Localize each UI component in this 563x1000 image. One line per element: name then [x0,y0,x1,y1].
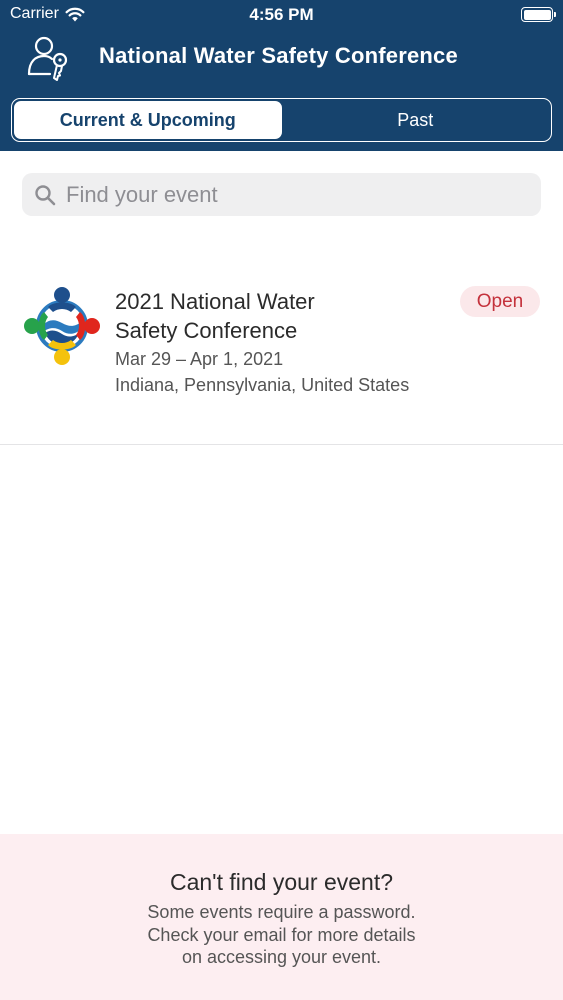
tab-past[interactable]: Past [282,101,550,139]
user-key-icon[interactable] [24,33,74,81]
event-title-line-2: Safety Conference [115,318,298,343]
search-icon [35,184,56,205]
footer-line-2: Check your email for more details [147,924,416,945]
status-time: 4:56 PM [249,5,314,24]
event-location: Indiana, Pennsylvania, United States [115,375,410,395]
search-bar[interactable] [22,173,541,216]
footer-line-3: on accessing your event. [181,947,382,967]
footer-heading: Can't find your event? [169,869,394,895]
status-badge: Open [460,286,540,317]
search-input[interactable] [66,181,506,208]
status-bar: Carrier 4:56 PM [0,0,563,30]
battery-icon [521,7,556,22]
help-footer: Can't find your event? Some events requi… [0,834,563,1000]
tab-current-upcoming[interactable]: Current & Upcoming [14,101,282,139]
app-title: National Water Safety Conference [99,43,458,68]
event-title-line-1: 2021 National Water [115,289,315,314]
footer-body: Some events require a password. Check yo… [0,901,563,969]
footer-line-1: Some events require a password. [147,902,416,922]
app-header: Carrier 4:56 PM National Water Safety Co… [0,0,563,151]
conference-logo [24,287,100,365]
event-title: 2021 National Water Safety Conference [115,287,415,345]
event-filter-segmented-control: Current & Upcoming Past [11,98,552,142]
event-list-item[interactable]: 2021 National Water Safety Conference Ma… [0,262,563,445]
event-dates: Mar 29 – Apr 1, 2021 [115,349,284,369]
